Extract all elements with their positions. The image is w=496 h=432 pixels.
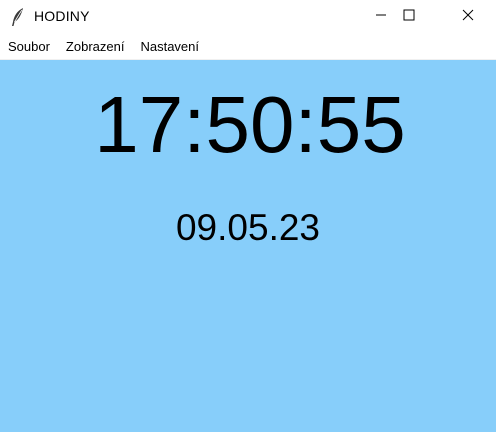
menu-soubor[interactable]: Soubor [0,35,58,59]
app-window: HODINY Soubor Zobrazení Nastavení 17:50:… [0,0,496,432]
menu-nastaveni[interactable]: Nastavení [132,35,207,59]
close-icon [462,8,474,26]
close-button[interactable] [445,0,491,34]
date-display: 09.05.23 [175,207,321,248]
time-display: 17:50:55 [94,80,406,169]
maximize-button[interactable] [386,0,432,34]
maximize-icon [403,8,415,26]
menu-bar: Soubor Zobrazení Nastavení [0,35,496,60]
menu-zobrazeni[interactable]: Zobrazení [58,35,133,59]
feather-icon [10,7,26,27]
title-bar[interactable]: HODINY [0,0,496,34]
clock-panel: 17:50:55 09.05.23 [0,60,496,432]
window-title: HODINY [34,8,90,24]
